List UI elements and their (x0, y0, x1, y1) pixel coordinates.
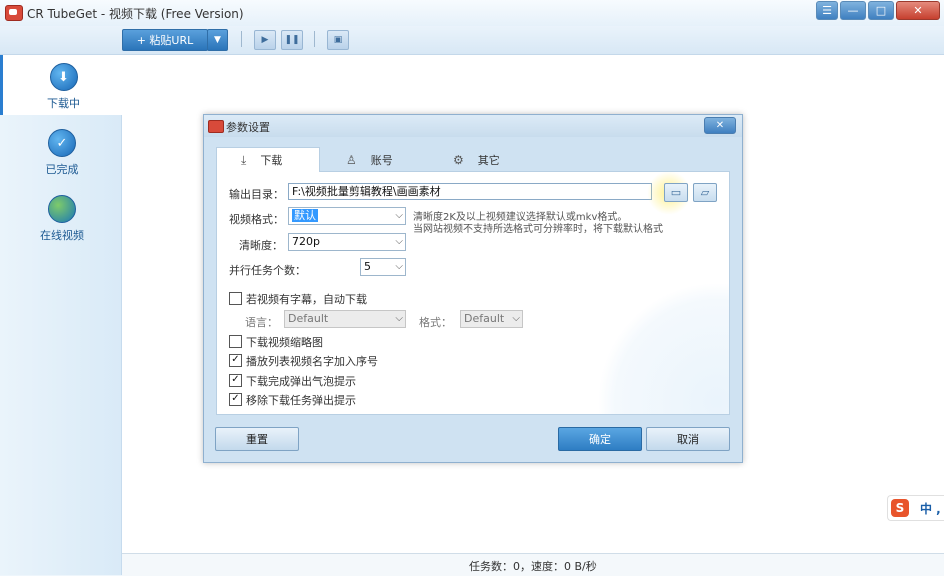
chevron-down-icon: ⌵ (512, 313, 520, 324)
maximize-button[interactable]: □ (868, 1, 894, 20)
cancel-button[interactable]: 取消 (646, 427, 730, 451)
output-dir-field[interactable]: F:\视频批量剪辑教程\画画素材 (288, 183, 652, 200)
finish-notify-checkbox-label: 下载完成弹出气泡提示 (246, 375, 356, 388)
check-icon: ✓ (48, 129, 76, 157)
sidebar-item-completed[interactable]: ✓ 已完成 (3, 121, 121, 181)
language-label: 语言： (245, 316, 278, 329)
sidebar-item-downloading[interactable]: ⬇ 下载中 (0, 55, 124, 115)
paste-url-dropdown[interactable]: ▼ (207, 29, 228, 51)
delete-icon[interactable]: ▣ (327, 30, 349, 50)
app-logo-icon (5, 5, 23, 21)
title-bar: CR TubeGet - 视频下载 (Free Version) ☰ — □ ✕ (0, 0, 944, 26)
sidebar-item-label: 在线视频 (40, 229, 84, 242)
background-watermark (597, 282, 729, 414)
browse-folder-button[interactable]: ▱ (693, 183, 717, 202)
tab-label: 下载 (260, 154, 283, 167)
sidebar: ⬇ 下载中 ✓ 已完成 在线视频 (0, 55, 124, 575)
close-button[interactable]: ✕ (896, 1, 940, 20)
parallel-select[interactable]: 5 ⌵ (360, 258, 406, 276)
quality-select-value: 720p (292, 235, 320, 248)
finish-notify-checkbox[interactable]: ✓ (229, 374, 242, 387)
quality-select[interactable]: 720p ⌵ (288, 233, 406, 251)
ok-button[interactable]: 确定 (558, 427, 642, 451)
settings-dialog: 参数设置 ✕ ⤓ 下载 ♙ 账号 ⚙ 其它 输出目录： F:\视频批量剪辑教程\… (203, 114, 743, 463)
sidebar-item-online-video[interactable]: 在线视频 (3, 187, 121, 247)
status-bar: 任务数：0，速度：0 B/秒 (122, 553, 944, 576)
format-select[interactable]: 默认 ⌵ (288, 207, 406, 225)
remove-notify-checkbox-label: 移除下载任务弹出提示 (246, 394, 356, 407)
output-dir-label: 输出目录： (229, 188, 284, 201)
tab-label: 其它 (477, 154, 500, 167)
tab-other[interactable]: ⚙ 其它 (453, 148, 500, 172)
toolbar-divider (314, 31, 315, 47)
subtitle-format-value: Default (464, 312, 505, 325)
toolbar: + 粘贴URL ▼ ▶ ❚❚ ▣ (0, 26, 944, 55)
dialog-title-bar[interactable]: 参数设置 ✕ (204, 115, 742, 137)
ime-logo-icon: S (891, 499, 909, 517)
thumbnail-checkbox-label: 下载视频缩略图 (246, 336, 323, 349)
window-title: CR TubeGet - 视频下载 (Free Version) (27, 7, 244, 21)
thumbnail-checkbox[interactable] (229, 335, 242, 348)
pause-all-icon[interactable]: ❚❚ (281, 30, 303, 50)
format-hint-line2: 当网站视频不支持所选格式可分辨率时，将下载默认格式 (413, 224, 663, 235)
app-logo-icon (208, 120, 224, 133)
tab-download[interactable]: ⤓ 下载 (216, 147, 320, 172)
subtitle-format-label: 格式： (419, 316, 452, 329)
menu-button[interactable]: ☰ (816, 1, 838, 20)
status-text: 任务数：0，速度：0 B/秒 (469, 560, 597, 573)
language-select-value: Default (288, 312, 329, 325)
window-controls: ☰ — □ ✕ (816, 1, 940, 20)
subtitle-format-select[interactable]: Default ⌵ (460, 310, 523, 328)
toolbar-divider (241, 31, 242, 47)
playlist-index-checkbox[interactable]: ✓ (229, 354, 242, 367)
folder-open-icon: ▭ (670, 186, 682, 199)
playlist-index-checkbox-label: 播放列表视频名字加入序号 (246, 355, 378, 368)
chevron-down-icon: ⌵ (395, 313, 403, 324)
parallel-select-value: 5 (364, 260, 371, 273)
format-select-value: 默认 (292, 209, 318, 222)
sidebar-item-label: 下载中 (47, 97, 80, 110)
user-icon: ♙ (346, 153, 357, 167)
download-icon: ⬇ (49, 63, 78, 91)
remove-notify-checkbox[interactable]: ✓ (229, 393, 242, 406)
dialog-close-button[interactable]: ✕ (704, 117, 736, 134)
open-folder-button[interactable]: ▭ (664, 183, 688, 202)
tab-account[interactable]: ♙ 账号 (346, 148, 393, 172)
globe-icon (48, 195, 76, 223)
tab-label: 账号 (370, 154, 393, 167)
chevron-down-icon: ⌵ (395, 261, 403, 272)
subtitle-checkbox-label: 若视频有字幕，自动下载 (246, 293, 367, 306)
ime-indicator[interactable]: S 中 , (887, 495, 944, 521)
sidebar-item-label: 已完成 (45, 163, 79, 176)
paste-url-button[interactable]: + 粘贴URL (122, 29, 208, 51)
quality-label: 清晰度： (239, 239, 283, 252)
chevron-down-icon: ⌵ (395, 210, 403, 221)
start-all-icon[interactable]: ▶ (254, 30, 276, 50)
chevron-down-icon: ⌵ (395, 236, 403, 247)
folder-icon: ▱ (700, 186, 710, 199)
minimize-button[interactable]: — (840, 1, 866, 20)
parallel-label: 并行任务个数： (229, 264, 306, 277)
format-label: 视频格式： (229, 213, 284, 226)
ime-mode-label: 中 , (920, 502, 941, 516)
gear-icon: ⚙ (453, 153, 464, 167)
subtitle-checkbox[interactable] (229, 292, 242, 305)
download-icon: ⤓ (241, 152, 247, 167)
reset-button[interactable]: 重置 (215, 427, 299, 451)
language-select[interactable]: Default ⌵ (284, 310, 406, 328)
dialog-title: 参数设置 (226, 121, 270, 134)
